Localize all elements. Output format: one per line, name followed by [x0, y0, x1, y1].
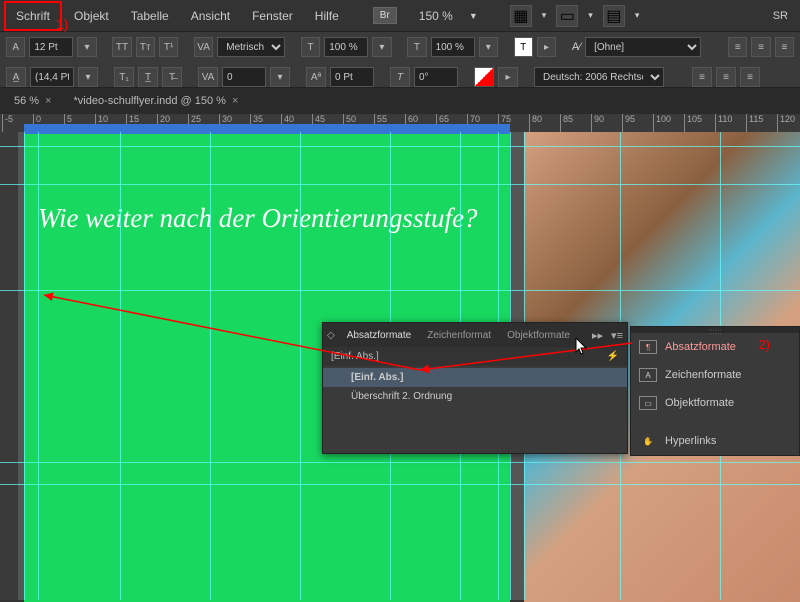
view-mode-icon[interactable]: ▦ — [510, 5, 532, 27]
side-zeichenformate[interactable]: A Zeichenformate — [631, 361, 799, 389]
kerning-icon[interactable]: VA — [194, 37, 213, 57]
ruler-tick: 90 — [591, 114, 604, 132]
smallcaps-icon[interactable]: Tᴛ — [136, 37, 155, 57]
scale-x-icon[interactable]: T — [301, 37, 320, 57]
side-panel: :::::: ¶ Absatzformate A Zeichenformate … — [630, 326, 800, 456]
dropdown-icon[interactable]: ▸ — [537, 37, 556, 57]
ruler-tick: 95 — [622, 114, 635, 132]
baseline-icon[interactable]: Aª — [306, 67, 326, 87]
zoom-tab[interactable]: 56 % × — [4, 92, 62, 110]
superscript-icon[interactable]: T¹ — [159, 37, 178, 57]
tracking-icon[interactable]: VA — [198, 67, 218, 87]
ruler-tick: 85 — [560, 114, 573, 132]
justify-right-icon[interactable]: ≡ — [740, 67, 760, 87]
arrange-dropdown[interactable]: ▾ — [629, 10, 646, 21]
annotation-marker-2: 2) — [758, 337, 770, 352]
side-hyperlinks[interactable]: ✋ Hyperlinks — [631, 427, 799, 455]
zoom-level[interactable]: 150 % — [411, 9, 461, 23]
dropdown-icon[interactable]: ▸ — [498, 67, 518, 87]
vertical-ruler[interactable] — [0, 132, 18, 600]
dropdown-icon[interactable]: ▾ — [270, 67, 290, 87]
style-item-einf-abs[interactable]: [Einf. Abs.] — [323, 368, 627, 387]
headline-text[interactable]: Wie weiter nach der Orientierungsstufe? — [38, 200, 477, 236]
character-styles-icon: A — [639, 368, 657, 382]
control-bar: A ▾ TT Tᴛ T¹ VA Metrisch T ▾ T ▾ T ▸ A⁄ … — [0, 32, 800, 88]
menu-tabelle[interactable]: Tabelle — [121, 3, 179, 29]
menu-ansicht[interactable]: Ansicht — [181, 3, 240, 29]
annotation-marker-1: 1) — [56, 16, 68, 32]
fill-icon[interactable]: T — [514, 37, 533, 57]
ruler-tick: 80 — [529, 114, 542, 132]
dropdown-icon[interactable]: ▾ — [77, 37, 96, 57]
ruler-tick: 105 — [684, 114, 702, 132]
strikethrough-icon[interactable]: T̶ — [162, 67, 182, 87]
zoom-dropdown[interactable]: ▼ — [463, 11, 484, 21]
bridge-button[interactable]: Br — [373, 7, 397, 24]
panel-tab-objektformate[interactable]: Objektformate — [499, 326, 578, 345]
screen-mode-icon[interactable]: ▭ — [556, 5, 578, 27]
underline-icon[interactable]: T̲ — [138, 67, 158, 87]
skew-icon[interactable]: T — [390, 67, 410, 87]
tracking-input[interactable] — [222, 67, 266, 87]
panel-tab-absatzformate[interactable]: Absatzformate — [339, 326, 419, 345]
ruler-tick: 120 — [777, 114, 795, 132]
ruler-tick: -5 — [2, 114, 13, 132]
scale-y-icon[interactable]: T — [407, 37, 426, 57]
char-format-icon[interactable]: A — [6, 37, 25, 57]
screen-mode-dropdown[interactable]: ▾ — [582, 10, 599, 21]
hyperlinks-icon: ✋ — [639, 434, 657, 448]
panel-collapse-icon[interactable]: ▸▸ — [588, 329, 607, 342]
allcaps-icon[interactable]: TT — [112, 37, 131, 57]
ruler-tick: 100 — [653, 114, 671, 132]
mouse-cursor — [575, 338, 589, 356]
styles-list: [Einf. Abs.] Überschrift 2. Ordnung — [323, 366, 627, 408]
align-center-icon[interactable]: ≡ — [751, 37, 770, 57]
panel-tab-zeichenformat[interactable]: Zeichenformat — [419, 326, 499, 345]
user-label: SR — [765, 10, 796, 22]
view-mode-dropdown[interactable]: ▾ — [536, 10, 553, 21]
side-absatzformate[interactable]: ¶ Absatzformate — [631, 333, 799, 361]
scale-y-input[interactable] — [431, 37, 475, 57]
menu-fenster[interactable]: Fenster — [242, 3, 303, 29]
font-size-input[interactable] — [29, 37, 73, 57]
main-menubar: Schrift Objekt Tabelle Ansicht Fenster H… — [0, 0, 800, 32]
baseline-input[interactable] — [330, 67, 374, 87]
scale-x-input[interactable] — [324, 37, 368, 57]
side-objektformate[interactable]: ▭ Objektformate — [631, 389, 799, 417]
arrange-icon[interactable]: ▤ — [603, 5, 625, 27]
dropdown-icon[interactable]: ▾ — [78, 67, 98, 87]
menu-hilfe[interactable]: Hilfe — [305, 3, 349, 29]
kerning-mode-select[interactable]: Metrisch — [217, 37, 285, 57]
paragraph-styles-icon: ¶ — [639, 340, 657, 354]
skew-input[interactable] — [414, 67, 458, 87]
align-left-icon[interactable]: ≡ — [728, 37, 747, 57]
menu-objekt[interactable]: Objekt — [64, 3, 119, 29]
ruler-tick: 115 — [746, 114, 763, 132]
close-icon[interactable]: × — [45, 95, 51, 107]
justify-left-icon[interactable]: ≡ — [692, 67, 712, 87]
subscript-icon[interactable]: T₁ — [114, 67, 134, 87]
dropdown-icon[interactable]: ▾ — [372, 37, 391, 57]
panel-menu-icon[interactable]: ▾≡ — [607, 329, 627, 342]
char-style-select[interactable]: [Ohne] — [585, 37, 701, 57]
style-item-ueberschrift[interactable]: Überschrift 2. Ordnung — [323, 387, 627, 406]
leading-icon[interactable]: A̲ — [6, 67, 26, 87]
menu-schrift[interactable]: Schrift — [4, 1, 62, 31]
align-right-icon[interactable]: ≡ — [775, 37, 794, 57]
ruler-tick: 110 — [715, 114, 732, 132]
object-styles-icon: ▭ — [639, 396, 657, 410]
leading-input[interactable] — [30, 67, 74, 87]
document-tab[interactable]: *video-schulflyer.indd @ 150 % × — [64, 92, 249, 110]
dropdown-icon[interactable]: ▾ — [479, 37, 498, 57]
stroke-icon[interactable] — [474, 67, 494, 87]
document-tabs: 56 % × *video-schulflyer.indd @ 150 % × — [0, 88, 800, 114]
language-select[interactable]: Deutsch: 2006 Rechtsch... — [534, 67, 664, 87]
blue-bar — [24, 124, 510, 134]
justify-center-icon[interactable]: ≡ — [716, 67, 736, 87]
close-icon[interactable]: × — [232, 95, 238, 107]
